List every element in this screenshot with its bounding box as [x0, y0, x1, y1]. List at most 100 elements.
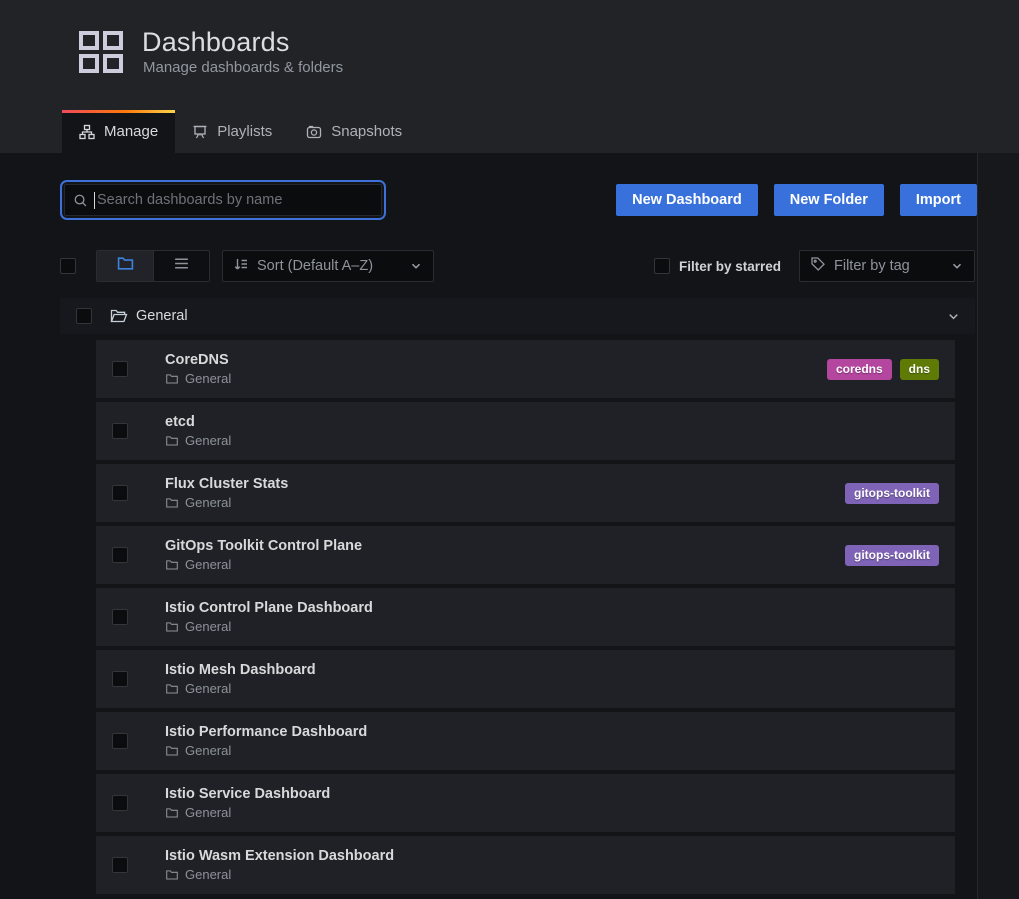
folder-closed-icon: [165, 806, 179, 819]
row-text: CoreDNS General: [165, 352, 231, 386]
folder-closed-icon: [165, 558, 179, 571]
tag-filter-placeholder: Filter by tag: [834, 258, 910, 274]
dashboard-title: Istio Control Plane Dashboard: [165, 600, 373, 616]
content-area: Search dashboards by name New Dashboard …: [0, 153, 1019, 899]
dashboard-row[interactable]: Istio Control Plane Dashboard General: [96, 588, 955, 646]
row-subtitle: General: [165, 557, 362, 572]
dashboard-row[interactable]: Istio Wasm Extension Dashboard General: [96, 836, 955, 894]
row-checkbox[interactable]: [112, 671, 128, 687]
row-text: Istio Performance Dashboard General: [165, 724, 367, 758]
dashboard-row[interactable]: CoreDNS General coredns dns: [96, 340, 955, 398]
dashboard-title: Istio Mesh Dashboard: [165, 662, 316, 678]
row-text: Istio Service Dashboard General: [165, 786, 330, 820]
dashboard-title: GitOps Toolkit Control Plane: [165, 538, 362, 554]
scrollbar-track[interactable]: [978, 153, 1019, 899]
tag-list: gitops-toolkit: [845, 483, 939, 504]
tag-icon: [810, 256, 826, 276]
row-checkbox[interactable]: [112, 485, 128, 501]
row-checkbox[interactable]: [112, 361, 128, 377]
search-input[interactable]: Search dashboards by name: [64, 184, 382, 216]
new-folder-button[interactable]: New Folder: [774, 184, 884, 216]
action-buttons: New Dashboard New Folder Import: [616, 184, 977, 216]
dashboard-list: CoreDNS General corednsdns etcd: [96, 340, 955, 898]
sort-label: Sort (Default A–Z): [257, 258, 373, 274]
folder-icon: [117, 255, 134, 277]
folder-closed-icon: [165, 372, 179, 385]
row-checkbox[interactable]: [112, 857, 128, 873]
dashboard-title: CoreDNS: [165, 352, 231, 368]
folder-checkbox[interactable]: [76, 308, 92, 324]
sort-icon: [233, 256, 249, 276]
row-checkbox[interactable]: [112, 795, 128, 811]
folder-closed-icon: [165, 434, 179, 447]
row-checkbox[interactable]: [112, 733, 128, 749]
dashboard-title: Flux Cluster Stats: [165, 476, 288, 492]
row-text: GitOps Toolkit Control Plane General: [165, 538, 362, 572]
filter-starred: Filter by starred: [654, 258, 781, 274]
tag-pill[interactable]: dns: [900, 359, 939, 380]
chevron-down-icon[interactable]: [946, 309, 961, 324]
tab-playlists[interactable]: Playlists: [175, 110, 289, 153]
tab-snapshots[interactable]: Snapshots: [289, 110, 419, 153]
content-divider: [977, 153, 978, 899]
select-all-checkbox[interactable]: [60, 258, 76, 274]
dashboard-row[interactable]: Istio Service Dashboard General: [96, 774, 955, 832]
row-subtitle: General: [165, 743, 367, 758]
page-header: Dashboards Manage dashboards & folders M…: [0, 0, 1019, 153]
tag-pill[interactable]: coredns: [827, 359, 892, 380]
dashboard-folder-label: General: [185, 619, 231, 634]
tag-filter-dropdown[interactable]: Filter by tag: [799, 250, 975, 282]
folder-section-header[interactable]: General: [60, 298, 975, 334]
dashboard-row[interactable]: etcd General: [96, 402, 955, 460]
list-view-toggle[interactable]: [153, 251, 209, 281]
tab-label: Manage: [104, 123, 158, 140]
tag-list: gitops-toolkit: [845, 545, 939, 566]
folder-open-icon: [110, 308, 128, 324]
text-caret: [94, 192, 95, 209]
tab-label: Playlists: [217, 123, 272, 140]
chevron-down-icon: [409, 259, 423, 273]
starred-label: Filter by starred: [679, 259, 781, 274]
camera-icon: [306, 124, 322, 140]
row-subtitle: General: [165, 495, 288, 510]
tab-manage[interactable]: Manage: [62, 110, 175, 153]
dashboard-folder-label: General: [185, 433, 231, 448]
dashboard-title: Istio Service Dashboard: [165, 786, 330, 802]
dashboard-row[interactable]: GitOps Toolkit Control Plane General git…: [96, 526, 955, 584]
dashboard-row[interactable]: Istio Mesh Dashboard General: [96, 650, 955, 708]
tag-list: coredns dns: [827, 359, 939, 380]
dashboards-grid-icon: [78, 30, 124, 74]
search-focus-ring: Search dashboards by name: [60, 180, 386, 220]
page-subtitle: Manage dashboards & folders: [143, 59, 343, 76]
folder-closed-icon: [165, 682, 179, 695]
chevron-down-icon: [950, 259, 964, 273]
folder-view-toggle[interactable]: [97, 251, 153, 281]
folder-closed-icon: [165, 496, 179, 509]
import-button[interactable]: Import: [900, 184, 977, 216]
dashboard-folder-label: General: [185, 495, 231, 510]
starred-checkbox[interactable]: [654, 258, 670, 274]
sort-dropdown[interactable]: Sort (Default A–Z): [222, 250, 434, 282]
presentation-icon: [192, 124, 208, 140]
row-subtitle: General: [165, 371, 231, 386]
tab-label: Snapshots: [331, 123, 402, 140]
search-row: Search dashboards by name New Dashboard …: [60, 180, 977, 220]
tag-pill[interactable]: gitops-toolkit: [845, 545, 939, 566]
dashboard-title: Istio Performance Dashboard: [165, 724, 367, 740]
row-text: Istio Control Plane Dashboard General: [165, 600, 373, 634]
folder-closed-icon: [165, 744, 179, 757]
row-subtitle: General: [165, 867, 394, 882]
dashboard-row[interactable]: Flux Cluster Stats General gitops-toolki…: [96, 464, 955, 522]
row-checkbox[interactable]: [112, 547, 128, 563]
new-dashboard-button[interactable]: New Dashboard: [616, 184, 758, 216]
dashboard-folder-label: General: [185, 867, 231, 882]
search-icon: [73, 193, 88, 208]
dashboard-folder-label: General: [185, 805, 231, 820]
row-subtitle: General: [165, 681, 316, 696]
row-checkbox[interactable]: [112, 609, 128, 625]
dashboard-folder-label: General: [185, 557, 231, 572]
tag-pill[interactable]: gitops-toolkit: [845, 483, 939, 504]
dashboard-row[interactable]: Istio Performance Dashboard General: [96, 712, 955, 770]
row-checkbox[interactable]: [112, 423, 128, 439]
folder-name: General: [136, 308, 188, 324]
